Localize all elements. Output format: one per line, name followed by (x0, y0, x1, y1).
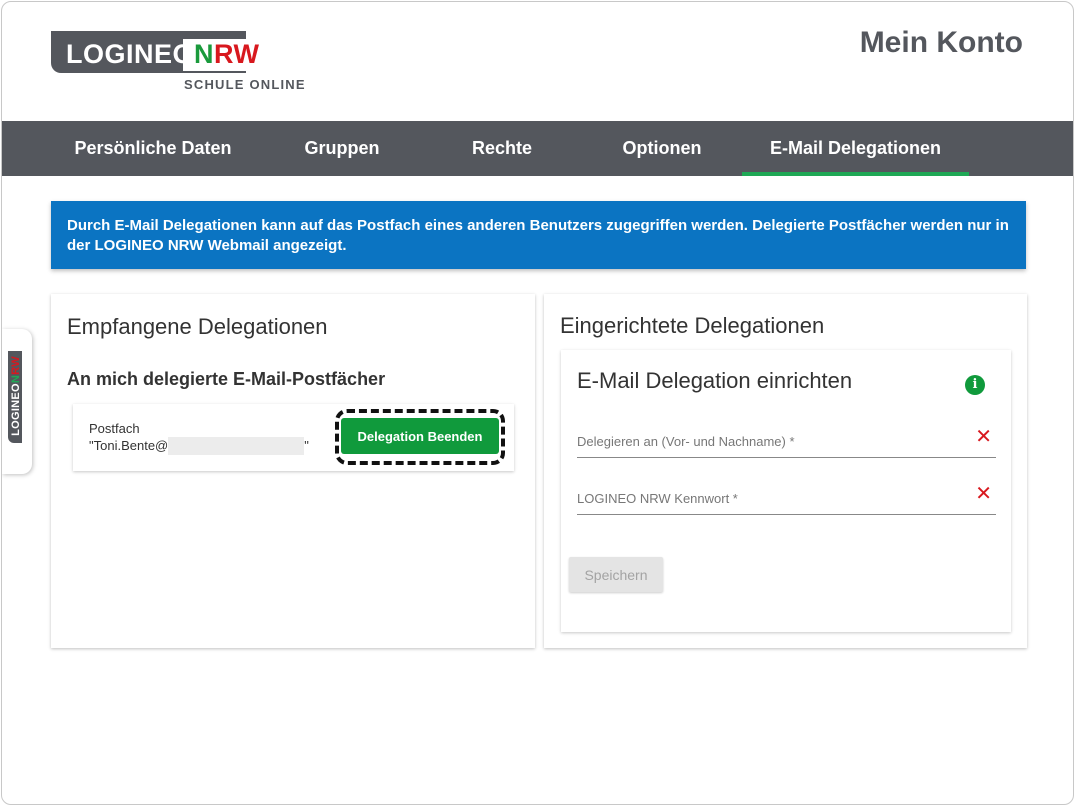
logo: LOGINEONRW (66, 39, 260, 70)
tab-rechte[interactable]: Rechte (457, 121, 547, 176)
redacted-domain (168, 437, 305, 455)
received-delegations-title: Empfangene Delegationen (67, 314, 328, 339)
tab-gruppen[interactable]: Gruppen (292, 121, 392, 176)
mailbox-address-quote: " (304, 438, 309, 453)
page-title: Mein Konto (859, 26, 1023, 59)
mailbox-label-text: Postfach (89, 421, 140, 436)
configured-delegations-card: Eingerichtete Delegationen E-Mail Delega… (544, 294, 1027, 648)
side-tab-badge: LOGINEONRW (8, 351, 22, 443)
tab-persoenliche-daten[interactable]: Persönliche Daten (68, 121, 238, 176)
password-input[interactable] (577, 491, 967, 506)
logo-subtitle: SCHULE ONLINE (184, 77, 306, 92)
app-frame: LOGINEONRW SCHULE ONLINE Mein Konto Pers… (1, 1, 1074, 805)
logo-letter-w: W (233, 39, 260, 69)
delegated-mailboxes-heading: An mich delegierte E-Mail-Postfächer (67, 369, 386, 389)
clear-delegate-icon[interactable]: ✕ (975, 424, 992, 448)
setup-delegation-title: E-Mail Delegation einrichten (577, 368, 853, 393)
logo-text-logineo: LOGINEO (66, 39, 195, 69)
tab-optionen[interactable]: Optionen (607, 121, 717, 176)
delegated-mailbox-item: Postfach "Toni.Bente@ " Delegation Beende… (73, 404, 514, 471)
side-tab-logo-text: LOGINEONRW (10, 355, 22, 437)
save-button[interactable]: Speichern (569, 557, 663, 592)
clear-password-icon[interactable]: ✕ (975, 481, 992, 505)
delegate-to-field: ✕ (577, 424, 996, 458)
setup-delegation-form: E-Mail Delegation einrichten i ✕ ✕ Speic… (561, 350, 1011, 632)
password-field: ✕ (577, 481, 996, 515)
configured-delegations-title: Eingerichtete Delegationen (560, 313, 825, 338)
side-tab-rw: RW (10, 356, 22, 375)
mailbox-label: Postfach "Toni.Bente@ " (89, 420, 309, 455)
side-tab-n: N (10, 374, 22, 384)
side-tab-logineo: LOGINEO (10, 383, 22, 436)
mailbox-address: "Toni.Bente@ (89, 438, 169, 453)
tab-email-delegationen[interactable]: E-Mail Delegationen (742, 121, 969, 176)
side-logo-tab[interactable]: LOGINEONRW (2, 329, 32, 474)
delegate-to-input[interactable] (577, 434, 967, 449)
info-icon[interactable]: i (965, 375, 985, 395)
end-delegation-button[interactable]: Delegation Beenden (341, 418, 499, 454)
info-banner: Durch E-Mail Delegationen kann auf das P… (51, 201, 1026, 269)
received-delegations-card: Empfangene Delegationen An mich delegier… (51, 294, 535, 648)
main-nav: Persönliche Daten Gruppen Rechte Optione… (2, 121, 1073, 176)
logo-letter-r: R (214, 39, 234, 69)
logo-letter-n: N (194, 39, 215, 69)
